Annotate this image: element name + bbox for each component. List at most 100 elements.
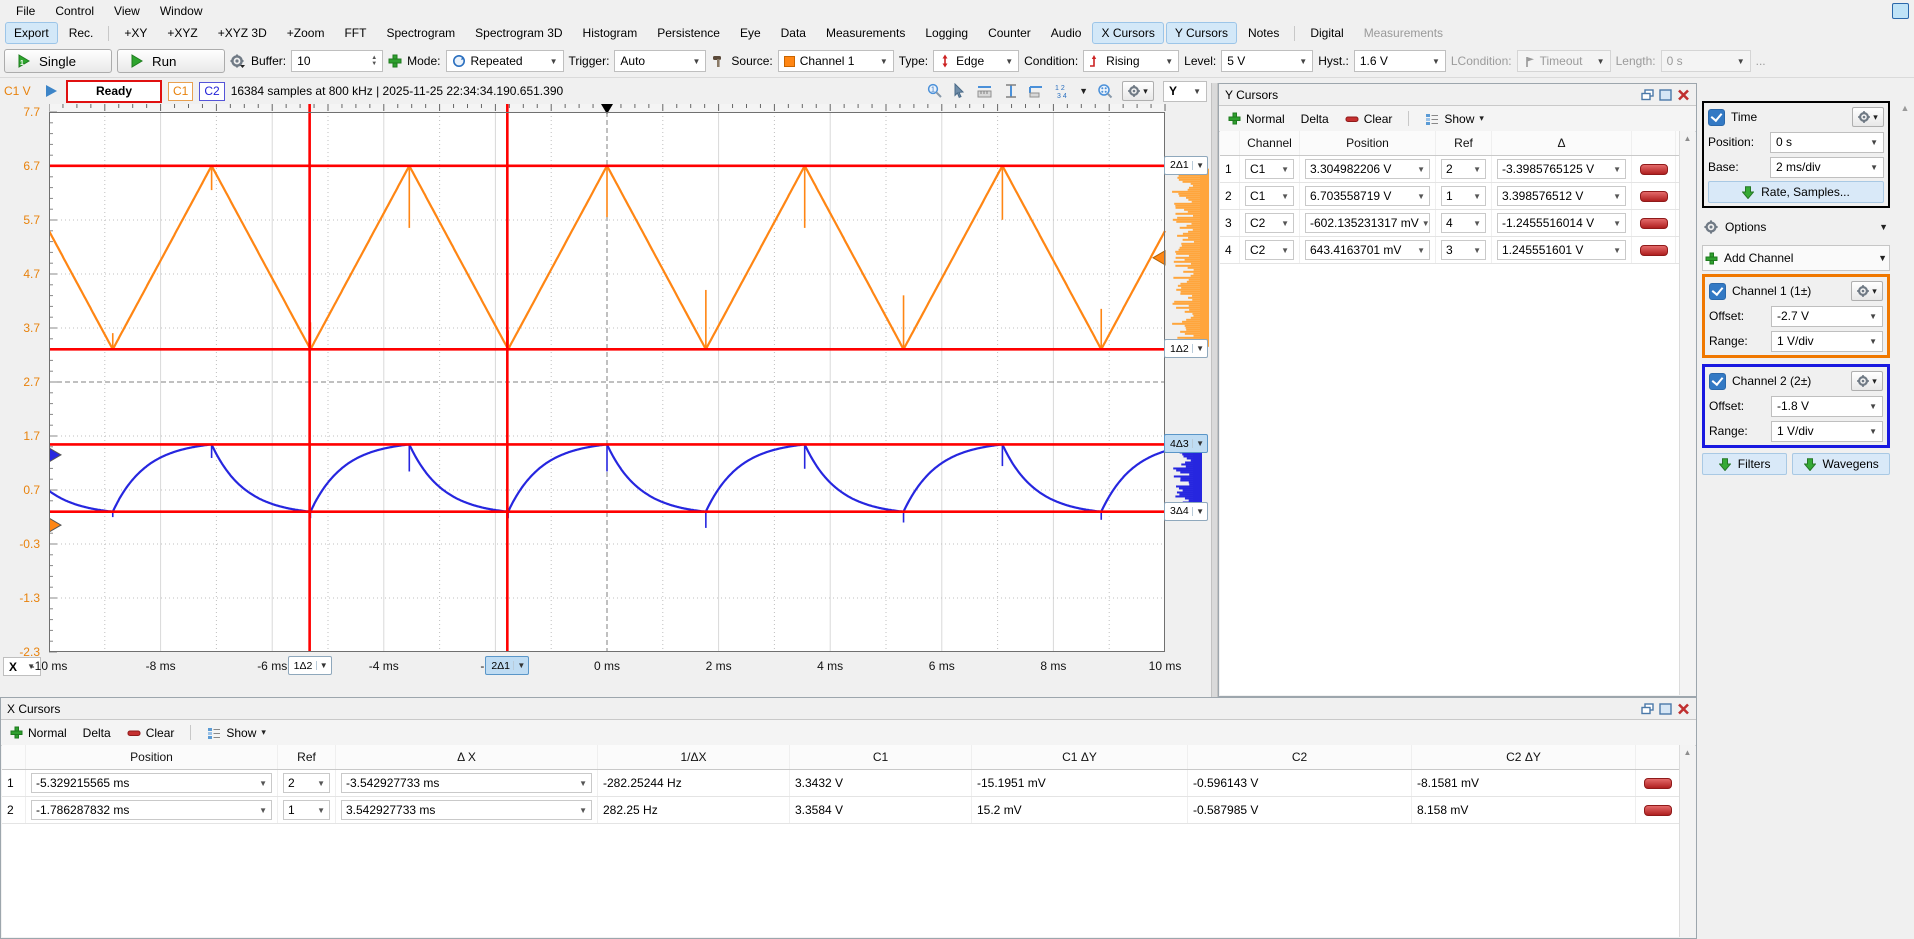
cursor-delta-select[interactable]: -1.2455516014 V▼ (1497, 213, 1626, 233)
cursor-ref-select[interactable]: 2▼ (283, 773, 330, 793)
type-select[interactable]: Edge ▼ (933, 50, 1019, 72)
tab-digital[interactable]: Digital (1301, 22, 1352, 44)
channels-1234-icon[interactable]: 1 23 4 (1054, 83, 1070, 99)
cursor-ref-select[interactable]: 2▼ (1441, 159, 1486, 179)
run-button[interactable]: Run (117, 49, 225, 73)
channel1-offset-select[interactable]: -2.7 V▼ (1771, 306, 1883, 327)
trigger-select[interactable]: Auto ▼ (614, 50, 706, 72)
close-panel-icon[interactable] (1677, 703, 1690, 715)
tab-notes[interactable]: Notes (1239, 22, 1288, 44)
tab-audio[interactable]: Audio (1042, 22, 1091, 44)
menu-view[interactable]: View (104, 2, 150, 20)
clear-cursors-button[interactable]: Clear (1345, 112, 1393, 126)
cursor-channel-select[interactable]: C1▼ (1245, 186, 1294, 206)
remove-cursor-button[interactable] (1640, 245, 1668, 256)
cursor-position-select[interactable]: -602.135231317 mV▼ (1305, 213, 1430, 233)
tab-y-cursors[interactable]: Y Cursors (1166, 22, 1237, 44)
tab--xyz-3d[interactable]: +XYZ 3D (209, 22, 276, 44)
y-axis-mode-select[interactable]: Y ▼ (1163, 81, 1207, 102)
tab-fft[interactable]: FFT (335, 22, 375, 44)
cursor-position-select[interactable]: -1.786287832 ms▼ (31, 800, 272, 820)
channel2-offset-select[interactable]: -1.8 V▼ (1771, 396, 1883, 417)
more-options-label[interactable]: ... (1756, 54, 1766, 68)
x-cursors-scrollbar[interactable]: ▲ (1679, 745, 1695, 937)
time-checkbox[interactable] (1708, 109, 1725, 126)
cursor-position-select[interactable]: 3.304982206 V▼ (1305, 159, 1430, 179)
tab-eye[interactable]: Eye (731, 22, 770, 44)
cursor-dx-select[interactable]: 3.542927733 ms▼ (341, 800, 592, 820)
zoom-one-icon[interactable]: 1 (927, 83, 943, 99)
y-cursor-marker-button[interactable]: 3Δ4▼ (1164, 502, 1208, 521)
tab--xy[interactable]: +XY (115, 22, 156, 44)
mode-select[interactable]: Repeated ▼ (446, 50, 564, 72)
buffer-spinner[interactable]: 10 ▲▼ (291, 50, 383, 72)
cursor-channel-select[interactable]: C1▼ (1245, 159, 1294, 179)
add-normal-cursor-button[interactable]: Normal (1228, 112, 1285, 126)
show-columns-button[interactable]: Show ▾ (1425, 112, 1484, 126)
tab--xyz[interactable]: +XYZ (158, 22, 206, 44)
tab-logging[interactable]: Logging (916, 22, 977, 44)
add-delta-cursor-button[interactable]: Delta (83, 726, 111, 740)
length-select[interactable]: 0 s ▼ (1661, 50, 1751, 72)
horizontal-ruler-icon[interactable] (976, 83, 993, 99)
close-panel-icon[interactable] (1677, 89, 1690, 101)
source-select[interactable]: Channel 1 ▼ (778, 50, 894, 72)
tab-export[interactable]: Export (5, 22, 58, 44)
add-delta-cursor-button[interactable]: Delta (1301, 112, 1329, 126)
show-columns-button[interactable]: Show ▾ (207, 726, 266, 740)
sidebar-scrollbar[interactable]: ▲ (1896, 103, 1914, 923)
trigger-tool-icon[interactable] (711, 54, 726, 68)
rate-samples-button[interactable]: Rate, Samples... (1708, 181, 1884, 203)
y-cursors-scrollbar[interactable]: ▲ (1679, 131, 1695, 695)
tab-spectrogram[interactable]: Spectrogram (377, 22, 464, 44)
pointer-cursor-icon[interactable] (952, 83, 967, 99)
maximize-panel-icon[interactable] (1659, 89, 1672, 101)
wavegens-button[interactable]: Wavegens (1792, 453, 1890, 475)
cursor-position-select[interactable]: -5.329215565 ms▼ (31, 773, 272, 793)
x-cursor-marker-button[interactable]: 2Δ1▼ (485, 656, 529, 675)
lcondition-select[interactable]: Timeout ▼ (1517, 50, 1611, 72)
tab--zoom[interactable]: +Zoom (278, 22, 334, 44)
time-settings-gear-icon[interactable]: ▾ (1852, 107, 1884, 127)
cursor-ref-select[interactable]: 4▼ (1441, 213, 1486, 233)
menu-file[interactable]: File (6, 2, 45, 20)
plot-settings-gear-icon[interactable]: ▾ (1122, 81, 1154, 101)
menu-control[interactable]: Control (45, 2, 104, 20)
remove-cursor-button[interactable] (1640, 218, 1668, 229)
cursor-position-select[interactable]: 643.4163701 mV▼ (1305, 240, 1430, 260)
channel1-chip[interactable]: C1 (168, 82, 193, 101)
tab-rec-[interactable]: Rec. (60, 22, 103, 44)
clear-cursors-button[interactable]: Clear (127, 726, 175, 740)
remove-cursor-button[interactable] (1644, 805, 1672, 816)
tab-data[interactable]: Data (772, 22, 815, 44)
y-cursor-marker-button[interactable]: 2Δ1▼ (1164, 156, 1208, 175)
cursor-delta-select[interactable]: -3.3985765125 V▼ (1497, 159, 1626, 179)
channel2-settings-gear-icon[interactable]: ▾ (1851, 371, 1883, 391)
channel2-range-select[interactable]: 1 V/div▼ (1771, 421, 1883, 442)
vertical-ruler-icon[interactable] (1002, 83, 1019, 99)
cursor-delta-select[interactable]: 1.245551601 V▼ (1497, 240, 1626, 260)
cursor-ref-select[interactable]: 1▼ (1441, 186, 1486, 206)
float-panel-icon[interactable] (1641, 703, 1654, 715)
y-cursor-marker-button[interactable]: 4Δ3▼ (1164, 434, 1208, 453)
float-panel-icon[interactable] (1641, 89, 1654, 101)
time-position-select[interactable]: 0 s▼ (1770, 132, 1884, 153)
cursor-delta-select[interactable]: 3.398576512 V▼ (1497, 186, 1626, 206)
cursor-ref-select[interactable]: 3▼ (1441, 240, 1486, 260)
cursor-ref-select[interactable]: 1▼ (283, 800, 330, 820)
edge-ruler-icon[interactable] (1028, 83, 1045, 99)
y-cursor-marker-button[interactable]: 1Δ2▼ (1164, 339, 1208, 358)
tab-counter[interactable]: Counter (979, 22, 1040, 44)
menu-window[interactable]: Window (150, 2, 213, 20)
remove-cursor-button[interactable] (1640, 191, 1668, 202)
spinner-arrows-icon[interactable]: ▲▼ (371, 55, 377, 67)
scope-plot[interactable] (49, 104, 1166, 664)
zoom-grid-icon[interactable] (1097, 83, 1113, 99)
cursor-channel-select[interactable]: C2▼ (1245, 213, 1294, 233)
add-acquisition-icon[interactable] (388, 54, 402, 68)
tab-persistence[interactable]: Persistence (648, 22, 729, 44)
remove-cursor-button[interactable] (1644, 778, 1672, 789)
tab-histogram[interactable]: Histogram (574, 22, 647, 44)
condition-select[interactable]: Rising ▼ (1083, 50, 1179, 72)
remove-cursor-button[interactable] (1640, 164, 1668, 175)
